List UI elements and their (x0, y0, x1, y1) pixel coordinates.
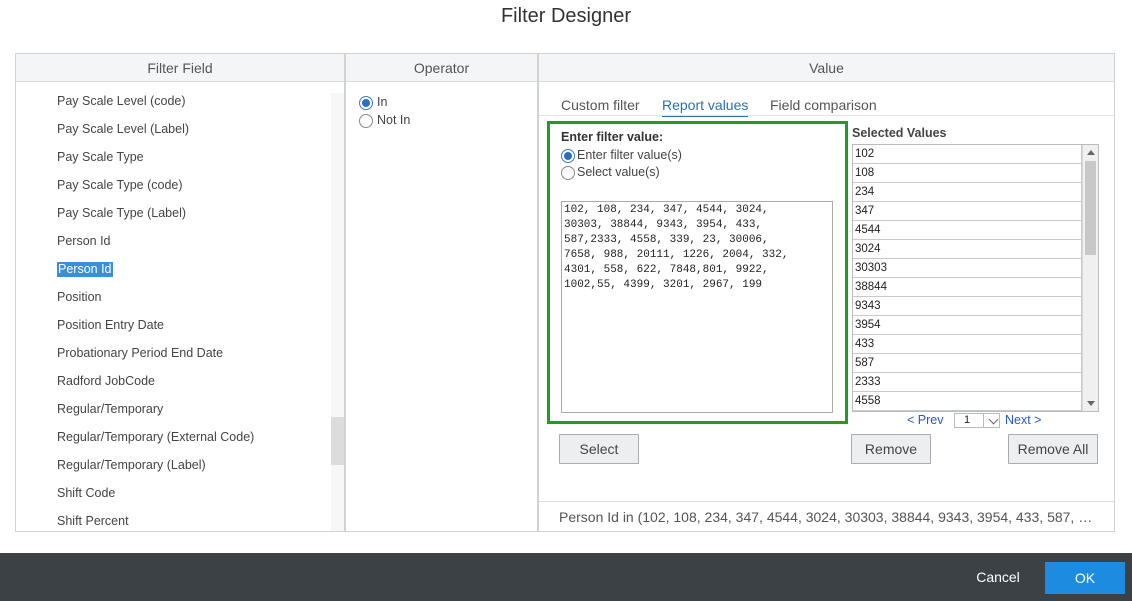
list-item[interactable]: 4544 (853, 221, 1082, 240)
field-item[interactable]: Radford JobCode (57, 374, 155, 389)
remove-button[interactable]: Remove (851, 434, 931, 464)
field-item[interactable]: Position Entry Date (57, 318, 164, 333)
field-item[interactable]: Shift Code (57, 486, 115, 501)
mode-select-values-label: Select value(s) (577, 165, 660, 179)
pager-next-link[interactable]: Next > (1005, 413, 1041, 427)
ok-button[interactable]: OK (1045, 562, 1125, 594)
dialog-footer: Cancel OK (0, 553, 1132, 601)
list-item[interactable]: 2333 (853, 373, 1082, 392)
dialog-title: Filter Designer (500, 5, 632, 27)
field-item[interactable]: Shift Percent (57, 514, 129, 529)
pager-prev-link[interactable]: < Prev (907, 413, 943, 427)
field-item[interactable]: Regular/Temporary (Label) (57, 458, 206, 473)
select-separator (983, 414, 984, 427)
filter-field-list: Pay Scale Level (code) Pay Scale Level (… (16, 82, 344, 531)
tab-report-values[interactable]: Report values (662, 96, 749, 117)
filter-field-header: Filter Field (16, 54, 344, 82)
field-item[interactable]: Position (57, 290, 101, 305)
chevron-down-icon[interactable] (988, 414, 999, 425)
list-item[interactable]: 3024 (853, 240, 1082, 259)
selected-values-pager: < Prev 1 Next > (852, 413, 1099, 429)
operator-in-option[interactable]: In (359, 95, 387, 110)
list-item[interactable]: 587 (853, 354, 1082, 373)
list-item[interactable]: 3954 (853, 316, 1082, 335)
tabs-divider (539, 115, 1114, 116)
scroll-down-arrow-icon[interactable] (1087, 401, 1095, 406)
list-item[interactable]: 102 (853, 145, 1082, 164)
field-item[interactable]: Pay Scale Level (code) (57, 94, 186, 109)
list-item[interactable]: 347 (853, 202, 1082, 221)
summary-divider (539, 501, 1114, 502)
filter-field-panel: Filter Field Pay Scale Level (code) Pay … (15, 53, 345, 532)
value-panel: Value Custom filter Report values Field … (538, 53, 1115, 532)
selected-values-label: Selected Values (852, 126, 947, 140)
operator-panel: Operator In Not In (345, 53, 538, 532)
remove-all-button[interactable]: Remove All (1008, 434, 1098, 464)
field-item[interactable]: Probationary Period End Date (57, 346, 223, 361)
operator-not-in-option[interactable]: Not In (359, 113, 410, 128)
scroll-up-arrow-icon[interactable] (1087, 150, 1095, 155)
mode-enter-values-option[interactable]: Enter filter value(s) (561, 148, 682, 163)
list-item[interactable]: 38844 (853, 278, 1082, 297)
selected-values-scrollbar[interactable] (1082, 145, 1098, 411)
field-list-scroll-thumb[interactable] (331, 417, 344, 465)
field-item[interactable]: Pay Scale Type (57, 150, 144, 165)
filter-values-textarea[interactable]: 102, 108, 234, 347, 4544, 3024, 30303, 3… (561, 201, 833, 413)
tab-field-comparison[interactable]: Field comparison (770, 96, 877, 114)
mode-enter-values-label: Enter filter value(s) (577, 148, 682, 162)
list-item[interactable]: 30303 (853, 259, 1082, 278)
tab-custom-filter[interactable]: Custom filter (561, 96, 640, 114)
field-item[interactable]: Pay Scale Type (Label) (57, 206, 186, 221)
operator-in-label: In (377, 95, 388, 109)
list-item[interactable]: 4558 (853, 392, 1082, 411)
mode-select-values-option[interactable]: Select value(s) (561, 165, 660, 180)
value-header: Value (539, 54, 1114, 82)
list-item[interactable]: 234 (853, 183, 1082, 202)
list-item[interactable]: 433 (853, 335, 1082, 354)
list-item[interactable]: 108 (853, 164, 1082, 183)
field-item[interactable]: Person Id (57, 234, 111, 249)
list-item[interactable]: 9343 (853, 297, 1082, 316)
field-list-scrollbar[interactable] (331, 93, 344, 531)
page-number-select[interactable]: 1 (954, 413, 1000, 428)
field-item[interactable]: Pay Scale Type (code) (57, 178, 183, 193)
field-item[interactable]: Pay Scale Level (Label) (57, 122, 189, 137)
radio-checked-icon[interactable] (561, 148, 575, 163)
filter-summary-text: Person Id in (102, 108, 234, 347, 4544, … (559, 509, 1095, 525)
cancel-button[interactable]: Cancel (966, 567, 1030, 587)
radio-unchecked-icon[interactable] (561, 165, 575, 180)
field-item[interactable]: Regular/Temporary (External Code) (57, 430, 254, 445)
scroll-thumb[interactable] (1085, 161, 1096, 255)
radio-unchecked-icon[interactable] (359, 113, 373, 128)
enter-filter-value-label: Enter filter value: (561, 130, 664, 144)
field-item[interactable]: Regular/Temporary (57, 402, 163, 417)
operator-header: Operator (346, 54, 537, 82)
select-button[interactable]: Select (559, 434, 639, 464)
selected-values-list[interactable]: 102 108 234 347 4544 3024 30303 38844 93… (852, 144, 1099, 412)
radio-checked-icon[interactable] (359, 95, 373, 110)
enter-filter-value-box: Enter filter value: Enter filter value(s… (547, 121, 848, 424)
operator-not-in-label: Not In (377, 113, 411, 127)
field-item-selected[interactable]: Person Id (57, 262, 113, 277)
page-number-value: 1 (964, 414, 971, 426)
